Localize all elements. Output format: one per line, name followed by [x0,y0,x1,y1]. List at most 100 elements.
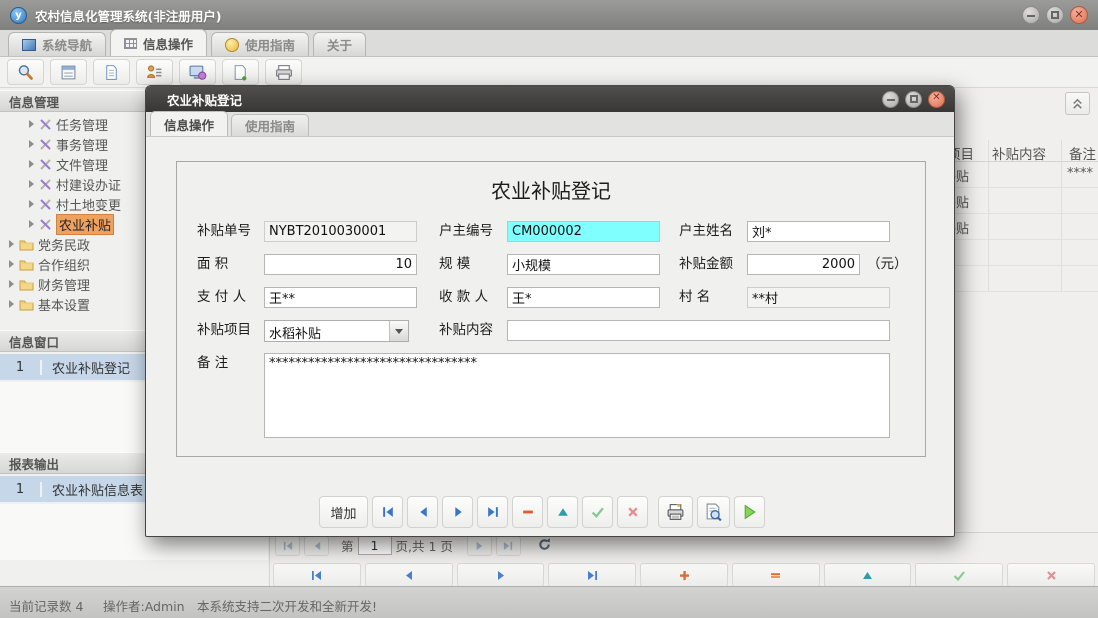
form-view-button[interactable] [50,59,87,85]
expand-arrow-icon[interactable] [9,240,14,248]
user-settings-button[interactable] [136,59,173,85]
folder-icon [19,258,34,271]
first-page-button[interactable] [275,536,300,556]
expand-arrow-icon[interactable] [29,200,34,208]
minimize-button[interactable] [1022,6,1040,24]
table-row[interactable]: 补贴 [941,214,1098,240]
area-label: 面 积 [197,254,228,275]
expand-arrow-icon[interactable] [29,220,34,228]
edit-record-button[interactable] [547,496,578,528]
amount-field[interactable] [747,254,860,275]
print-button[interactable] [658,496,693,528]
dialog-maximize-button[interactable] [905,91,922,108]
dialog-title-bar[interactable]: 农业补贴登记 ✕ [146,86,954,112]
add-record-button[interactable] [640,563,728,587]
plus-icon [678,569,691,582]
refresh-button[interactable] [537,537,552,555]
dialog-minimize-button[interactable] [882,91,899,108]
page-number-input[interactable] [358,536,392,555]
prev-record-button[interactable] [407,496,438,528]
column-header-content[interactable]: 补贴内容 [992,143,1046,163]
dialog-tab-info-ops[interactable]: 信息操作 [150,111,228,136]
dialog-tab-user-guide[interactable]: 使用指南 [231,114,309,136]
table-row[interactable] [941,240,1098,266]
confirm-button[interactable] [582,496,613,528]
expand-arrow-icon[interactable] [29,140,34,148]
next-page-button[interactable] [467,536,492,556]
payer-field[interactable] [264,287,417,308]
table-row[interactable]: 补贴 **** [941,162,1098,188]
next-record-button[interactable] [457,563,545,587]
edit-record-button[interactable] [824,563,912,587]
app-window: { "window": { "logo_text": "y", "title":… [0,0,1098,618]
table-row[interactable]: 补贴 [941,188,1098,214]
tab-info-ops[interactable]: 信息操作 [110,29,207,56]
household-name-field[interactable] [747,221,890,242]
expand-arrow-icon[interactable] [9,260,14,268]
grid-icon [124,38,137,49]
app-logo-icon: y [10,7,27,24]
folder-icon [19,278,34,291]
maximize-button[interactable] [1046,6,1064,24]
play-icon [742,504,757,520]
operator-status: 操作者:Admin [103,596,185,615]
window-title: 农村信息化管理系统(非注册用户) [35,6,221,25]
prev-page-button[interactable] [304,536,329,556]
column-header-remark[interactable]: 备注 [1069,143,1096,163]
subsidy-no-label: 补贴单号 [197,221,251,242]
prev-record-button[interactable] [365,563,453,587]
collapse-panel-button[interactable] [1065,92,1090,115]
search-icon [17,64,34,81]
expand-arrow-icon[interactable] [9,280,14,288]
close-button[interactable]: ✕ [1070,6,1088,24]
first-record-button[interactable] [372,496,403,528]
expand-arrow-icon[interactable] [29,160,34,168]
cancel-button[interactable] [617,496,648,528]
project-select[interactable]: 水稻补贴 [264,320,409,342]
subsidy-no-field[interactable] [264,221,417,242]
print-preview-button[interactable] [697,496,730,528]
tree-item-label: 村建设办证 [56,175,121,194]
triangle-up-icon [861,569,874,582]
tab-about[interactable]: 关于 [313,32,366,56]
cancel-button[interactable] [1007,563,1095,587]
tab-label: 关于 [327,35,352,54]
project-selected-value: 水稻补贴 [265,321,389,341]
expand-arrow-icon[interactable] [29,180,34,188]
payee-field[interactable] [507,287,660,308]
next-record-button[interactable] [442,496,473,528]
village-field[interactable] [747,287,890,308]
area-field[interactable] [264,254,417,275]
tree-item-label: 任务管理 [56,115,108,134]
table-row[interactable] [941,266,1098,292]
tab-system-nav[interactable]: 系统导航 [8,32,106,56]
search-button[interactable] [7,59,44,85]
expand-arrow-icon[interactable] [9,300,14,308]
add-button[interactable]: 增加 [319,496,368,528]
dialog-close-button[interactable]: ✕ [928,91,945,108]
doc-add-button[interactable] [222,59,259,85]
print-button[interactable] [265,59,302,85]
remark-label: 备 注 [197,353,228,374]
run-report-button[interactable] [734,496,765,528]
last-page-button[interactable] [496,536,521,556]
printer-icon [666,503,685,521]
expand-arrow-icon[interactable] [29,120,34,128]
document-button[interactable] [93,59,130,85]
delete-record-button[interactable] [732,563,820,587]
last-record-button[interactable] [548,563,636,587]
remark-field[interactable]: ******************************** [264,353,890,438]
first-record-button[interactable] [273,563,361,587]
confirm-button[interactable] [915,563,1003,587]
dropdown-button[interactable] [389,321,408,341]
tab-user-guide[interactable]: 使用指南 [211,32,309,56]
check-icon [590,505,605,519]
household-no-field[interactable] [507,221,660,242]
delete-record-button[interactable] [512,496,543,528]
scale-field[interactable] [507,254,660,275]
tree-item-label: 基本设置 [38,295,90,314]
content-field[interactable] [507,320,890,341]
triangle-up-icon [556,505,570,519]
last-record-button[interactable] [477,496,508,528]
monitor-button[interactable] [179,59,216,85]
